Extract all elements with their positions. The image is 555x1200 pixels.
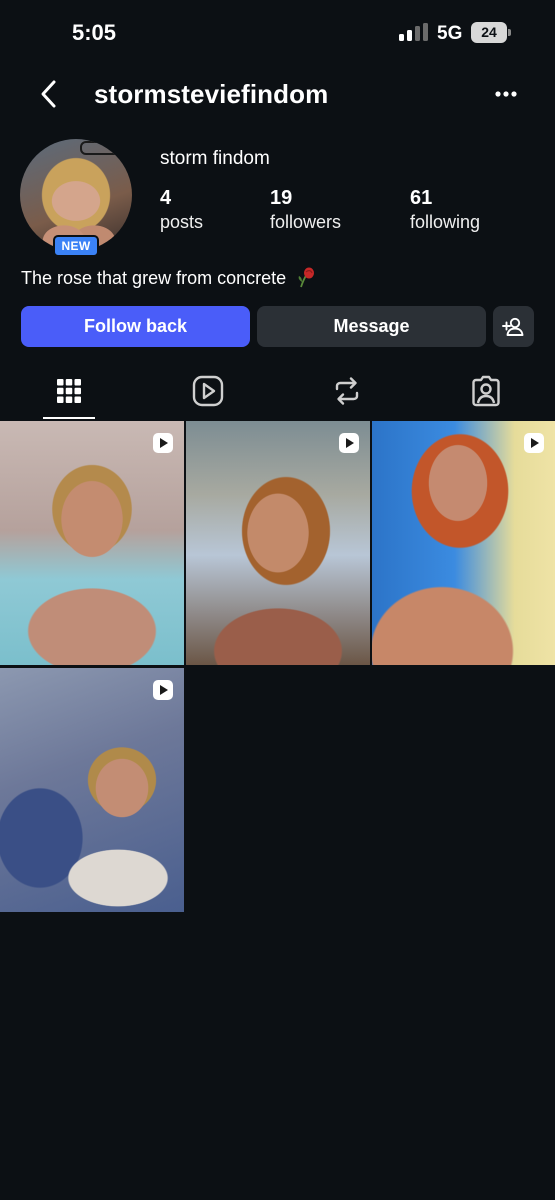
- display-name: storm findom: [160, 148, 270, 169]
- reels-icon[interactable]: [190, 373, 226, 409]
- bio: The rose that grew from concrete: [21, 266, 317, 289]
- post-thumbnail[interactable]: [186, 421, 370, 665]
- stat-following-count: 61: [410, 187, 433, 209]
- active-tab-indicator: [43, 417, 95, 419]
- reposts-icon[interactable]: [329, 373, 365, 409]
- tagged-icon[interactable]: [468, 373, 504, 409]
- page-title: stormsteviefindom: [94, 79, 329, 109]
- reel-icon: [153, 433, 173, 453]
- battery-level: 24: [481, 24, 497, 40]
- reel-icon: [524, 433, 544, 453]
- profile-tabs: [0, 365, 555, 421]
- post-thumbnail[interactable]: [0, 421, 184, 665]
- post-image: [0, 668, 184, 912]
- post-image: [372, 421, 555, 665]
- post-thumbnail[interactable]: [372, 421, 555, 665]
- stat-following-label: following: [410, 212, 481, 232]
- bio-text: The rose that grew from concrete: [21, 268, 287, 288]
- status-bar: 5:05 5G 24: [0, 0, 555, 66]
- grid-icon[interactable]: [51, 373, 87, 409]
- avatar-container[interactable]: NEW: [20, 139, 132, 259]
- post-thumbnail[interactable]: [0, 668, 184, 912]
- network-type: 5G: [437, 23, 463, 44]
- add-user-button[interactable]: [493, 306, 534, 347]
- chevron-left-icon[interactable]: [34, 78, 64, 110]
- wilted-rose-icon: [298, 267, 315, 288]
- profile-screen: 5:05 5G 24 stormsteviefindom NEW storm f…: [0, 0, 555, 1200]
- profile-header: stormsteviefindom: [0, 66, 555, 122]
- battery-icon: 24: [471, 22, 511, 43]
- follow-back-button[interactable]: Follow back: [21, 306, 250, 347]
- post-image: [0, 421, 184, 665]
- message-button[interactable]: Message: [257, 306, 486, 347]
- stat-followers[interactable]: 19 followers: [270, 186, 341, 234]
- add-user-icon: [502, 317, 524, 336]
- stat-posts-count: 4: [160, 187, 172, 209]
- post-image: [186, 421, 370, 665]
- stat-posts-label: posts: [160, 212, 204, 232]
- status-time: 5:05: [72, 20, 117, 45]
- reel-icon: [153, 680, 173, 700]
- new-badge: NEW: [53, 235, 99, 257]
- stat-followers-label: followers: [270, 212, 342, 232]
- stat-following[interactable]: 61 following: [410, 186, 480, 234]
- stat-posts: 4 posts: [160, 186, 203, 234]
- avatar-detail: [80, 141, 122, 155]
- stat-followers-count: 19: [270, 187, 293, 209]
- signal-icon: [399, 23, 428, 41]
- reel-icon: [339, 433, 359, 453]
- more-horizontal-icon[interactable]: [490, 82, 522, 106]
